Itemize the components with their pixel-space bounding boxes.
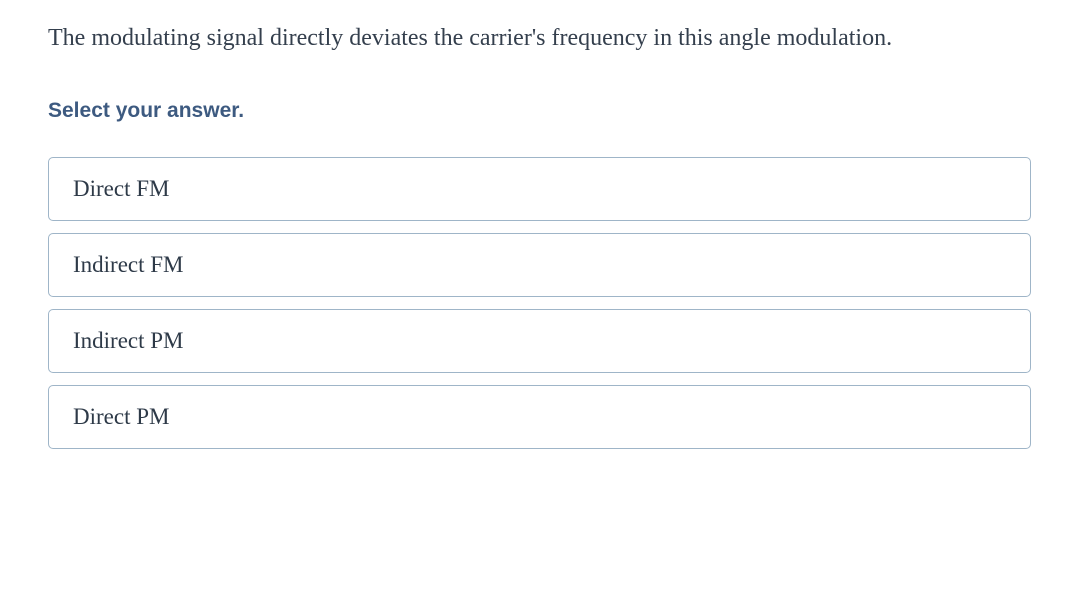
option-label: Indirect FM xyxy=(73,252,184,277)
option-direct-fm[interactable]: Direct FM xyxy=(48,157,1031,221)
option-direct-pm[interactable]: Direct PM xyxy=(48,385,1031,449)
option-indirect-pm[interactable]: Indirect PM xyxy=(48,309,1031,373)
select-prompt: Select your answer. xyxy=(48,99,1031,123)
options-list: Direct FM Indirect FM Indirect PM Direct… xyxy=(48,157,1031,449)
option-label: Direct PM xyxy=(73,404,169,429)
option-label: Indirect PM xyxy=(73,328,184,353)
option-label: Direct FM xyxy=(73,176,169,201)
question-text: The modulating signal directly deviates … xyxy=(48,20,1031,57)
option-indirect-fm[interactable]: Indirect FM xyxy=(48,233,1031,297)
